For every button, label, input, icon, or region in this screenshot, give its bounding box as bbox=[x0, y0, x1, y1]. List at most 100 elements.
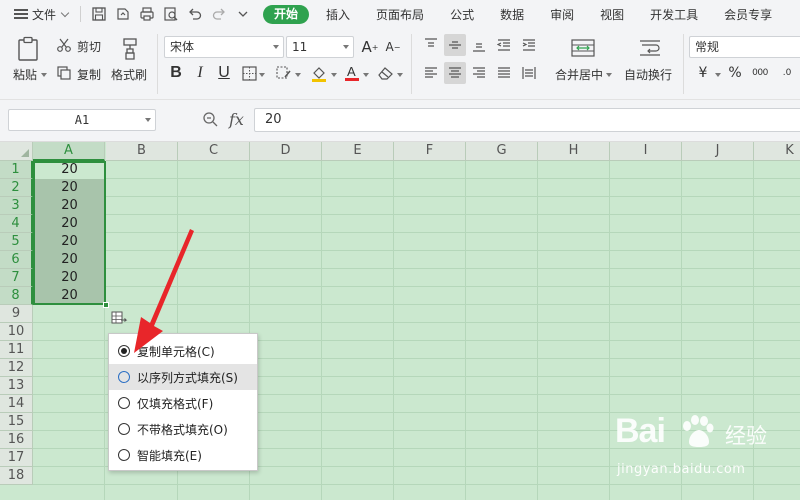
tab-review[interactable]: 审阅 bbox=[537, 0, 587, 28]
customize-quick-access-icon[interactable] bbox=[235, 6, 251, 22]
currency-icon[interactable]: ¥ bbox=[692, 62, 714, 84]
chevron-down-icon[interactable] bbox=[363, 73, 369, 77]
row-header-2[interactable]: 2 bbox=[0, 179, 33, 197]
column-header-k[interactable]: K bbox=[754, 142, 800, 161]
file-menu[interactable]: 文件 bbox=[0, 0, 74, 28]
increase-indent-icon[interactable] bbox=[518, 34, 540, 56]
column-header-a[interactable]: A bbox=[33, 142, 105, 161]
tab-formulas[interactable]: 公式 bbox=[437, 0, 487, 28]
font-color-icon[interactable]: A bbox=[344, 63, 360, 82]
print-icon[interactable] bbox=[139, 6, 155, 22]
cell-a5[interactable]: 20 bbox=[34, 233, 105, 251]
select-all-corner[interactable] bbox=[0, 142, 33, 161]
print-preview-icon[interactable] bbox=[163, 6, 179, 22]
decrease-font-icon[interactable]: A − bbox=[382, 36, 404, 58]
increase-font-icon[interactable]: A + bbox=[359, 36, 381, 58]
cut-button[interactable]: 剪切 bbox=[77, 38, 101, 55]
distributed-align-icon[interactable] bbox=[518, 62, 540, 84]
align-center-icon[interactable] bbox=[444, 62, 466, 84]
justify-icon[interactable] bbox=[493, 62, 515, 84]
align-bottom-icon[interactable] bbox=[468, 34, 490, 56]
row-header-1[interactable]: 1 bbox=[0, 161, 33, 179]
row-header-4[interactable]: 4 bbox=[0, 215, 33, 233]
formula-input[interactable]: 20 bbox=[254, 108, 800, 132]
wrap-text-icon[interactable] bbox=[637, 38, 663, 58]
cell-a1[interactable]: 20 bbox=[34, 161, 105, 179]
chevron-down-icon[interactable] bbox=[397, 73, 403, 77]
paste-button-label[interactable]: 粘贴 bbox=[13, 66, 37, 83]
row-header-11[interactable]: 11 bbox=[0, 341, 33, 359]
column-header-g[interactable]: G bbox=[466, 142, 538, 161]
chevron-down-icon[interactable] bbox=[715, 73, 721, 77]
function-icon[interactable]: fx bbox=[229, 110, 244, 129]
row-header-8[interactable]: 8 bbox=[0, 287, 33, 305]
align-right-icon[interactable] bbox=[468, 62, 490, 84]
column-header-d[interactable]: D bbox=[250, 142, 322, 161]
fill-color-icon[interactable] bbox=[310, 64, 328, 82]
menu-item-flash-fill[interactable]: 智能填充(E) bbox=[109, 442, 257, 468]
decrease-indent-icon[interactable] bbox=[493, 34, 515, 56]
row-header-10[interactable]: 10 bbox=[0, 323, 33, 341]
cell-a2[interactable]: 20 bbox=[34, 179, 105, 197]
row-header-12[interactable]: 12 bbox=[0, 359, 33, 377]
tab-data[interactable]: 数据 bbox=[487, 0, 537, 28]
row-header-6[interactable]: 6 bbox=[0, 251, 33, 269]
cell-a8[interactable]: 20 bbox=[34, 287, 105, 305]
save-icon[interactable] bbox=[91, 6, 107, 22]
row-header-9[interactable]: 9 bbox=[0, 305, 33, 323]
zoom-search-icon[interactable] bbox=[202, 111, 218, 127]
eraser-icon[interactable] bbox=[377, 65, 394, 81]
tab-developer[interactable]: 开发工具 bbox=[637, 0, 711, 28]
column-header-i[interactable]: I bbox=[610, 142, 682, 161]
column-header-j[interactable]: J bbox=[682, 142, 754, 161]
increase-decimal-icon[interactable]: .0 bbox=[776, 62, 798, 84]
tab-page-layout[interactable]: 页面布局 bbox=[363, 0, 437, 28]
cell-a3[interactable]: 20 bbox=[34, 197, 105, 215]
column-header-f[interactable]: F bbox=[394, 142, 466, 161]
row-header-7[interactable]: 7 bbox=[0, 269, 33, 287]
align-middle-icon[interactable] bbox=[444, 34, 466, 56]
column-header-h[interactable]: H bbox=[538, 142, 610, 161]
thousands-separator-icon[interactable]: 000 bbox=[749, 62, 771, 84]
cell-style-icon[interactable] bbox=[276, 65, 292, 81]
tab-home[interactable]: 开始 bbox=[263, 4, 310, 24]
row-header-18[interactable]: 18 bbox=[0, 467, 33, 485]
copy-button[interactable]: 复制 bbox=[77, 66, 101, 83]
undo-icon[interactable] bbox=[187, 6, 203, 22]
row-header-17[interactable]: 17 bbox=[0, 449, 33, 467]
column-header-c[interactable]: C bbox=[178, 142, 250, 161]
merge-center-label[interactable]: 合并居中 bbox=[555, 66, 603, 83]
paste-icon[interactable] bbox=[14, 35, 42, 63]
merge-center-icon[interactable] bbox=[570, 38, 596, 58]
bold-icon[interactable]: B bbox=[165, 62, 187, 84]
tab-insert[interactable]: 插入 bbox=[313, 0, 363, 28]
border-icon[interactable] bbox=[241, 65, 257, 81]
chevron-down-icon[interactable] bbox=[295, 73, 301, 77]
align-left-icon[interactable] bbox=[420, 62, 442, 84]
cell-a4[interactable]: 20 bbox=[34, 215, 105, 233]
export-icon[interactable] bbox=[115, 6, 131, 22]
font-size-select[interactable]: 11 bbox=[286, 36, 354, 58]
row-header-3[interactable]: 3 bbox=[0, 197, 33, 215]
menu-item-fill-without-formatting[interactable]: 不带格式填充(O) bbox=[109, 416, 257, 442]
tab-view[interactable]: 视图 bbox=[587, 0, 637, 28]
row-header-15[interactable]: 15 bbox=[0, 413, 33, 431]
row-header-14[interactable]: 14 bbox=[0, 395, 33, 413]
wrap-text-label[interactable]: 自动换行 bbox=[624, 66, 672, 83]
row-header-5[interactable]: 5 bbox=[0, 233, 33, 251]
chevron-down-icon[interactable] bbox=[606, 73, 612, 77]
chevron-down-icon[interactable] bbox=[259, 73, 265, 77]
menu-item-fill-formatting-only[interactable]: 仅填充格式(F) bbox=[109, 390, 257, 416]
column-header-e[interactable]: E bbox=[322, 142, 394, 161]
redo-icon[interactable] bbox=[211, 6, 227, 22]
cell-a7[interactable]: 20 bbox=[34, 269, 105, 287]
italic-icon[interactable]: I bbox=[189, 62, 211, 84]
fill-handle[interactable] bbox=[103, 302, 109, 308]
tab-member[interactable]: 会员专享 bbox=[711, 0, 785, 28]
row-header-16[interactable]: 16 bbox=[0, 431, 33, 449]
format-painter-label[interactable]: 格式刷 bbox=[111, 66, 147, 83]
name-box[interactable]: A1 bbox=[8, 109, 156, 131]
column-header-b[interactable]: B bbox=[106, 142, 178, 161]
underline-icon[interactable]: U bbox=[213, 62, 235, 84]
menu-item-fill-series[interactable]: 以序列方式填充(S) bbox=[109, 364, 257, 390]
